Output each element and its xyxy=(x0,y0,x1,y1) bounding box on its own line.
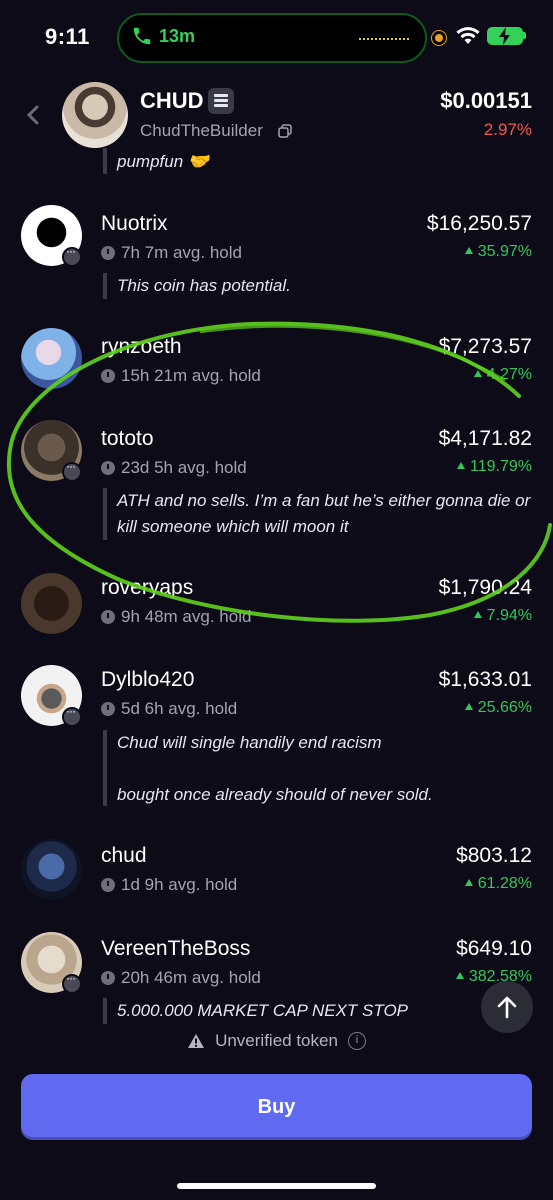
dynamic-island-call[interactable]: 13m xyxy=(117,13,427,63)
holder-row[interactable]: roveryaps 9h 48m avg. hold $1,790.24 7.9… xyxy=(0,571,553,641)
holder-name[interactable]: roveryaps xyxy=(101,576,193,600)
token-change: 2.97% xyxy=(483,120,532,139)
mic-indicator-dot xyxy=(432,31,446,45)
chain-badge-icon xyxy=(208,88,234,114)
unverified-label: Unverified token xyxy=(215,1031,338,1050)
hold-time: 5d 6h avg. hold xyxy=(101,699,237,719)
holder-comment: This coin has potential. xyxy=(103,273,533,299)
call-indicator: 13m xyxy=(131,25,195,47)
hold-time: 20h 46m avg. hold xyxy=(101,968,261,988)
phone-icon xyxy=(133,27,151,45)
holder-row[interactable]: chud 1d 9h avg. hold $803.12 61.28% xyxy=(0,837,553,907)
info-icon[interactable]: i xyxy=(347,1032,366,1050)
unverified-token-notice: Unverified token i xyxy=(0,1031,553,1051)
chat-bubble-icon xyxy=(62,704,82,727)
holder-comment: Chud will single handily end racism boug… xyxy=(103,730,533,806)
holder-gain: 35.97% xyxy=(464,243,532,261)
holder-list[interactable]: pumpfun 🤝 Nuotrix 7h 7m avg. hold $16,25… xyxy=(0,140,553,1040)
token-handle: ChudTheBuilder xyxy=(140,121,263,140)
battery-nub xyxy=(523,32,526,39)
holder-value: $803.12 xyxy=(456,844,532,867)
charging-bolt-icon xyxy=(499,27,510,45)
audio-waveform xyxy=(359,38,409,40)
holder-value: $7,273.57 xyxy=(438,335,532,358)
holder-name[interactable]: chud xyxy=(101,844,147,868)
back-chevron-icon[interactable] xyxy=(25,104,41,126)
copy-icon[interactable] xyxy=(278,124,292,138)
hold-time: 1d 9h avg. hold xyxy=(101,875,237,895)
token-avatar[interactable] xyxy=(62,82,128,148)
comment-bar xyxy=(103,148,107,174)
holder-name[interactable]: VereenTheBoss xyxy=(101,937,250,961)
chat-bubble-icon xyxy=(62,459,82,482)
holder-value: $4,171.82 xyxy=(438,427,532,450)
comment-line: Chud will single handily end racism xyxy=(117,733,382,752)
holder-value: $1,790.24 xyxy=(438,576,532,599)
call-duration: 13m xyxy=(159,25,196,46)
home-indicator[interactable] xyxy=(177,1183,376,1189)
clock-icon xyxy=(101,461,115,475)
holder-value: $16,250.57 xyxy=(426,212,532,235)
holder-row[interactable]: Nuotrix 7h 7m avg. hold $16,250.57 35.97… xyxy=(0,203,553,303)
clock-icon xyxy=(101,610,115,624)
holder-comment: 5.000.000 MARKET CAP NEXT STOP xyxy=(103,998,533,1024)
hold-time: 15h 21m avg. hold xyxy=(101,366,261,386)
holder-gain: 119.79% xyxy=(457,458,532,476)
holder-comment: ATH and no sells. I’m a fan but he’s eit… xyxy=(103,488,533,540)
holder-value: $649.10 xyxy=(456,937,532,960)
hold-time: 7h 7m avg. hold xyxy=(101,243,242,263)
holder-gain: 61.28% xyxy=(464,875,532,893)
cut-comment-text: pumpfun 🤝 xyxy=(117,152,210,171)
status-bar: 9:11 13m xyxy=(0,0,553,76)
warning-icon xyxy=(188,1034,205,1048)
clock-icon xyxy=(101,971,115,985)
holder-gain: 7.94% xyxy=(473,607,532,625)
hold-time: 9h 48m avg. hold xyxy=(101,607,251,627)
avatar[interactable] xyxy=(21,328,82,389)
holder-gain: 4.27% xyxy=(473,366,532,384)
holder-name[interactable]: Nuotrix xyxy=(101,212,168,236)
wifi-icon xyxy=(456,27,480,44)
clock-icon xyxy=(101,878,115,892)
status-time: 9:11 xyxy=(45,24,90,49)
holder-name[interactable]: tototo xyxy=(101,427,154,451)
holder-row[interactable]: tototo 23d 5h avg. hold $4,171.82 119.79… xyxy=(0,418,553,548)
arrow-up-icon xyxy=(497,996,517,1019)
clock-icon xyxy=(101,702,115,716)
avatar[interactable] xyxy=(21,573,82,634)
holder-row[interactable]: rynzoeth 15h 21m avg. hold $7,273.57 4.2… xyxy=(0,326,553,396)
clock-icon xyxy=(101,246,115,260)
comment-line: bought once already should of never sold… xyxy=(117,785,433,804)
token-price: $0.00151 xyxy=(440,88,532,113)
holder-row[interactable]: Dylblo420 5d 6h avg. hold $1,633.01 25.6… xyxy=(0,663,553,823)
holder-name[interactable]: rynzoeth xyxy=(101,335,182,359)
buy-button[interactable]: Buy xyxy=(21,1074,532,1140)
chat-bubble-icon xyxy=(62,971,82,994)
avatar[interactable] xyxy=(21,839,82,900)
token-name: CHUD xyxy=(140,88,204,113)
clock-icon xyxy=(101,369,115,383)
scroll-to-top-button[interactable] xyxy=(481,981,533,1033)
holder-value: $1,633.01 xyxy=(438,668,532,691)
holder-name[interactable]: Dylblo420 xyxy=(101,668,194,692)
holder-gain: 25.66% xyxy=(464,699,532,717)
holder-row[interactable]: VereenTheBoss 20h 46m avg. hold $649.10 … xyxy=(0,930,553,1040)
chat-bubble-icon xyxy=(62,244,82,267)
hold-time: 23d 5h avg. hold xyxy=(101,458,247,478)
